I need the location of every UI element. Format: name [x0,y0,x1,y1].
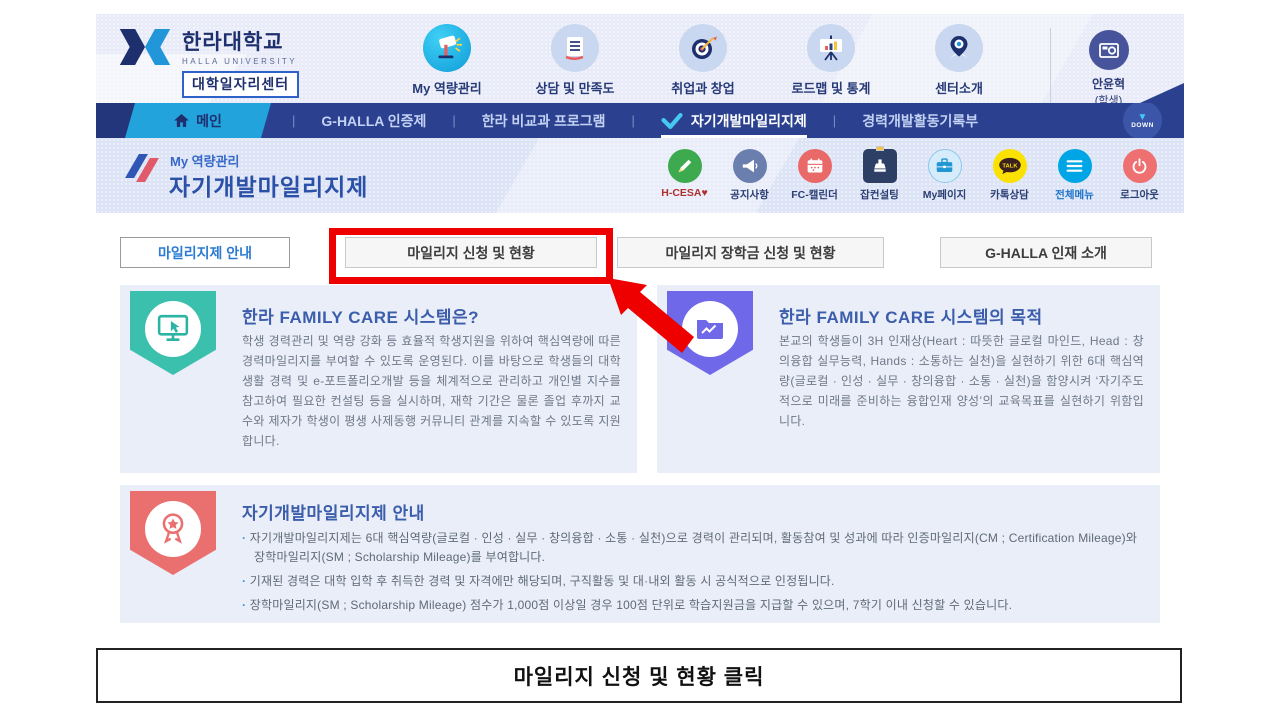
card-title: 한라 FAMILY CARE 시스템의 목적 [779,303,1043,328]
header-menu: My 역량관리 상담 및 만족도 [401,24,1005,97]
pencil-icon [668,149,702,183]
tab-mileage-guide[interactable]: 마일리지제 안내 [120,237,290,268]
nav-item-program[interactable]: 한라 비교과 프로그램 [482,111,606,131]
notice-item: 장학마일리지(SM ; Scholarship Mileage) 점수가 1,0… [242,596,1140,615]
quick-item-job-consulting[interactable]: 잡컨설팅 [849,149,910,202]
quick-item-calendar[interactable]: FC-캘린더 [784,149,845,202]
panel-title: 자기개발마일리지제 안내 [242,499,425,524]
menu-item-employment[interactable]: 취업과 창업 [657,24,749,97]
university-logo[interactable]: 한라대학교 HALLA UNIVERSITY 대학일자리센터 [118,26,299,98]
highlight-box [329,228,613,284]
talk-icon: TALK [993,149,1027,183]
site-container: 한라대학교 HALLA UNIVERSITY 대학일자리센터 My 역량관리 [96,14,1184,623]
camera-icon [1089,30,1129,70]
card-title: 한라 FAMILY CARE 시스템은? [242,303,479,328]
top-header: 한라대학교 HALLA UNIVERSITY 대학일자리센터 My 역량관리 [96,14,1184,103]
notice-item: 기재된 경력은 대학 입학 후 취득한 경력 및 자격에만 해당되며, 구직활동… [242,572,1140,591]
menu-item-competency[interactable]: My 역량관리 [401,24,493,97]
user-role: (학생) [1051,92,1166,103]
document-icon [551,24,599,72]
chevron-down-icon: ▼ [1138,113,1148,122]
university-name: 한라대학교 [182,26,299,56]
nav-item-mileage[interactable]: 자기개발마일리지제 [661,103,807,138]
tab-scholarship-apply-status[interactable]: 마일리지 장학금 신청 및 현황 [617,237,884,268]
menu-item-counsel[interactable]: 상담 및 만족도 [529,24,621,97]
university-name-en: HALLA UNIVERSITY [182,57,299,66]
target-icon [679,24,727,72]
quick-item-notice[interactable]: 공지사항 [719,149,780,202]
slash-icon [128,154,162,184]
projector-icon [423,24,471,72]
page-title: 자기개발마일리지제 [169,168,368,202]
calendar-icon [798,149,832,183]
nav-down-button[interactable]: ▼ DOWN [1123,103,1162,138]
monitor-icon [145,301,201,357]
main-nav: 메인 | G-HALLA 인증제 | 한라 비교과 프로그램 | 자기개발마일리… [96,103,1184,138]
quick-item-kakao[interactable]: TALK 카톡상담 [979,149,1040,202]
nav-separator: | [452,113,455,128]
nav-separator: | [833,113,836,128]
tab-ghalla-talent[interactable]: G-HALLA 인재 소개 [940,237,1152,268]
card-family-care-what: 한라 FAMILY CARE 시스템은? 학생 경력관리 및 역량 강화 등 효… [120,285,637,473]
tab-bar: 마일리지제 안내 마일리지 신청 및 현황 마일리지 장학금 신청 및 현황 G… [96,237,1184,268]
medal-icon [145,501,201,557]
menu-list-icon [1058,149,1092,183]
page-header: My 역량관리 자기개발마일리지제 H-CESA♥ [96,138,1184,213]
power-icon [1123,149,1157,183]
menu-item-roadmap[interactable]: 로드맵 및 통계 [785,24,877,97]
card-family-care-purpose: 한라 FAMILY CARE 시스템의 목적 본교의 학생들이 3H 인재상(H… [657,285,1160,473]
stamp-icon [863,149,897,183]
quick-item-logout[interactable]: 로그아웃 [1109,149,1170,202]
notice-list: 자기개발마일리지제는 6대 핵심역량(글로컬 · 인성 · 실무 · 창의융합 … [242,529,1140,620]
nav-separator: | [292,113,295,128]
caption-text: 마일리지 신청 및 현황 클릭 [514,661,765,691]
chart-board-icon [807,24,855,72]
check-icon [661,112,683,130]
card-body: 본교의 학생들이 3H 인재상(Heart : 따뜻한 글로컬 마인드, Hea… [779,331,1144,431]
megaphone-icon [733,149,767,183]
nav-item-career-record[interactable]: 경력개발활동기록부 [862,111,978,131]
quick-item-all-menu[interactable]: 전체메뉴 [1044,149,1105,202]
quick-item-hcesa[interactable]: H-CESA♥ [654,149,715,202]
ribbon-badge [130,291,216,375]
notice-item: 자기개발마일리지제는 6대 핵심역량(글로컬 · 인성 · 실무 · 창의융합 … [242,529,1140,567]
nav-separator: | [631,113,634,128]
mileage-guide-panel: 자기개발마일리지제 안내 자기개발마일리지제는 6대 핵심역량(글로컬 · 인성… [120,485,1160,623]
halla-logo-mark-icon [118,26,172,73]
home-icon [174,114,189,127]
user-name: 안윤혁 [1051,75,1166,92]
center-badge: 대학일자리센터 [182,71,299,98]
nav-item-main[interactable]: 메인 [130,103,266,138]
nav-item-ghalla[interactable]: G-HALLA 인증제 [321,111,426,131]
quick-item-mypage[interactable]: My페이지 [914,149,975,202]
map-pin-icon [935,24,983,72]
menu-item-center-intro[interactable]: 센터소개 [913,24,1005,97]
card-body: 학생 경력관리 및 역량 강화 등 효율적 학생지원을 위하여 핵심역량에 따른… [242,331,621,451]
annotation-arrow-icon [602,274,702,359]
quick-menu: H-CESA♥ 공지사항 [654,149,1170,202]
briefcase-icon [928,149,962,183]
user-profile[interactable]: 안윤혁 (학생) [1050,28,1166,103]
ribbon-badge [130,491,216,575]
svg-text:TALK: TALK [1002,163,1018,169]
caption-box: 마일리지 신청 및 현황 클릭 [96,648,1182,703]
